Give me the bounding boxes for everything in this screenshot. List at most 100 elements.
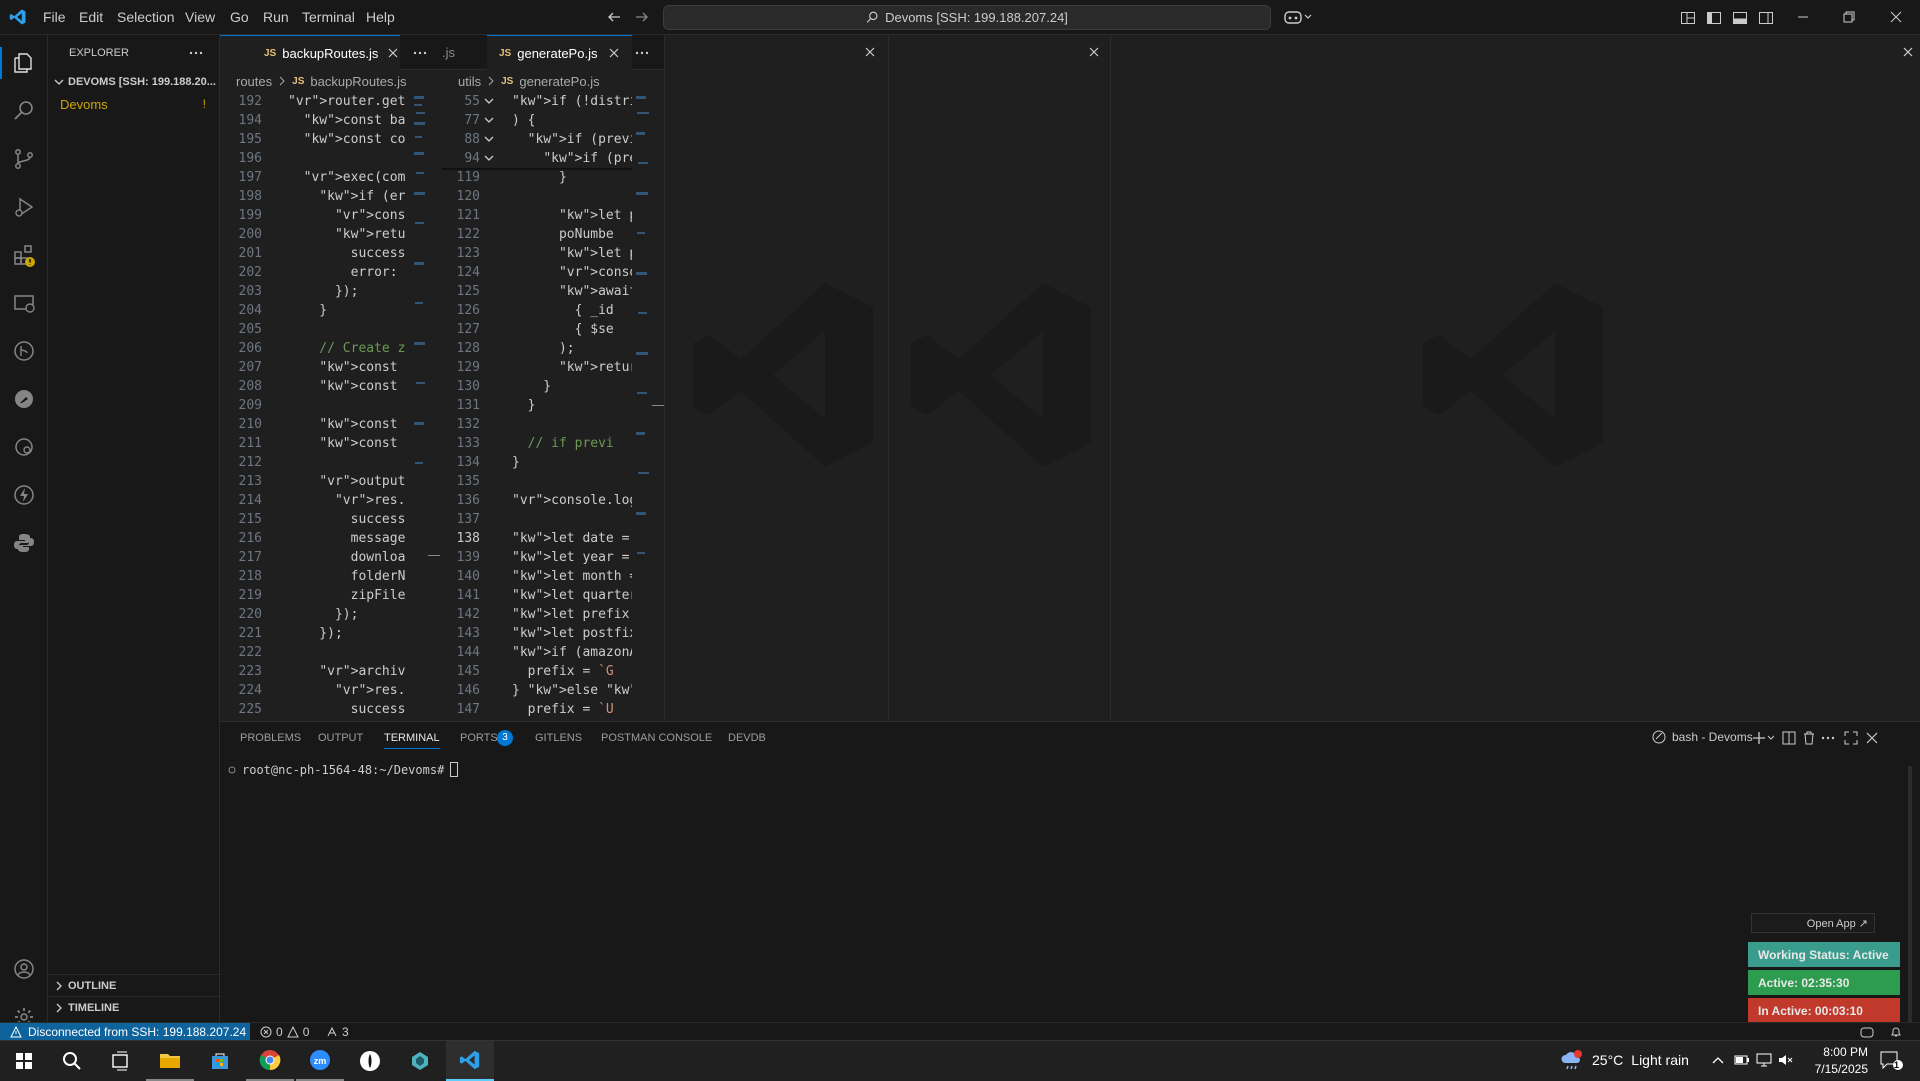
notifications-bell-icon[interactable]: [1890, 1026, 1902, 1038]
explorer-icon[interactable]: [0, 39, 48, 87]
breadcrumb-file[interactable]: generatePo.js: [519, 74, 599, 89]
sticky-scroll-line[interactable]: 88 "kw">if (previou: [442, 130, 632, 149]
tab-generatepo[interactable]: JS generatePo.js: [487, 35, 632, 70]
file-explorer-icon[interactable]: [146, 1041, 194, 1081]
more-actions-icon[interactable]: [188, 45, 204, 61]
close-panel-icon[interactable]: [1866, 732, 1878, 744]
windows-start-icon[interactable]: [0, 1041, 48, 1081]
close-tab-icon[interactable]: [388, 48, 398, 58]
task-view-icon[interactable]: [96, 1041, 144, 1081]
media-app-icon[interactable]: [346, 1041, 394, 1081]
back-arrow-icon[interactable]: [606, 9, 622, 25]
timeline-section[interactable]: TIMELINE: [48, 996, 220, 1018]
close-group-icon[interactable]: [1089, 47, 1099, 57]
gitlens-icon[interactable]: [0, 327, 48, 375]
maximize-panel-icon[interactable]: [1844, 731, 1858, 745]
store-icon[interactable]: [196, 1041, 244, 1081]
ports-indicator[interactable]: 3: [326, 1025, 349, 1039]
minimap-1[interactable]: [412, 92, 428, 492]
sticky-scroll-line[interactable]: 77) {: [442, 111, 632, 130]
terminal-selector[interactable]: bash - Devoms: [1652, 730, 1753, 744]
chrome-icon[interactable]: [246, 1041, 294, 1081]
run-debug-icon[interactable]: [0, 183, 48, 231]
source-control-icon[interactable]: [0, 135, 48, 183]
close-window-icon[interactable]: [1889, 10, 1903, 24]
menu-help[interactable]: Help: [366, 9, 395, 25]
tab-terminal[interactable]: TERMINAL: [384, 732, 440, 749]
remote-indicator[interactable]: Disconnected from SSH: 199.188.207.24: [0, 1023, 250, 1041]
fold-chevron-icon[interactable]: [484, 96, 494, 106]
python-icon[interactable]: [0, 519, 48, 567]
show-hidden-icons-chevron-icon[interactable]: [1712, 1055, 1724, 1065]
database-search-icon[interactable]: [0, 423, 48, 471]
toggle-primary-sidebar-icon[interactable]: [1706, 10, 1722, 26]
clock[interactable]: 8:00 PM 7/15/2025: [1804, 1045, 1868, 1076]
folder-item-devoms[interactable]: Devoms !: [48, 93, 220, 115]
minimize-window-icon[interactable]: [1796, 10, 1810, 24]
breadcrumb-folder[interactable]: routes: [236, 74, 272, 89]
code-editor-1[interactable]: 192 "vr">router.get('/tr 194 "kw">const ba…: [220, 92, 405, 722]
tab-partial[interactable]: .js: [442, 35, 482, 70]
thunder-client-icon[interactable]: [0, 471, 48, 519]
tab-output[interactable]: OUTPUT: [318, 732, 363, 744]
search-icon[interactable]: [0, 87, 48, 135]
command-center[interactable]: Devoms [SSH: 199.188.207.24]: [663, 5, 1271, 30]
accounts-icon[interactable]: [0, 945, 48, 993]
split-terminal-icon[interactable]: [1782, 731, 1796, 745]
tab-backuproutes[interactable]: JS backupRoutes.js: [220, 35, 400, 70]
toggle-secondary-sidebar-icon[interactable]: [1758, 10, 1774, 26]
menu-selection[interactable]: Selection: [117, 9, 175, 25]
copilot-icon[interactable]: [1284, 9, 1312, 25]
outline-section[interactable]: OUTLINE: [48, 974, 220, 996]
menu-view[interactable]: View: [185, 9, 215, 25]
extensions-icon[interactable]: [0, 231, 48, 279]
breadcrumb-folder[interactable]: utils: [458, 74, 481, 89]
menu-terminal[interactable]: Terminal: [302, 9, 355, 25]
weather-widget[interactable]: 25°C Light rain: [1560, 1049, 1689, 1071]
customize-layout-icon[interactable]: [1680, 10, 1696, 26]
tab-problems[interactable]: PROBLEMS: [240, 732, 301, 744]
breadcrumb-file[interactable]: backupRoutes.js: [310, 74, 406, 89]
trash-icon[interactable]: [1802, 731, 1816, 745]
notification-center-icon[interactable]: [1880, 1051, 1904, 1071]
minimap-2[interactable]: [634, 92, 652, 572]
fold-chevron-icon[interactable]: [484, 134, 494, 144]
code-editor-2[interactable]: 55 "kw">if (!distributo 77) {88 "kw">if (p…: [442, 92, 632, 722]
workspace-root[interactable]: DEVOMS [SSH: 199.188.20...: [48, 71, 220, 93]
close-group-icon[interactable]: [865, 47, 875, 57]
menu-go[interactable]: Go: [230, 9, 249, 25]
sticky-scroll-line[interactable]: 94 "kw">if (previ: [442, 149, 632, 168]
tab-postman-console[interactable]: POSTMAN CONSOLE: [601, 732, 712, 744]
tab-ports[interactable]: PORTS: [460, 732, 498, 744]
sticky-scroll-line[interactable]: 55 "kw">if (!distributo: [442, 92, 632, 111]
restore-window-icon[interactable]: [1842, 10, 1856, 24]
vscode-taskbar-icon[interactable]: [446, 1041, 494, 1081]
taskbar-search-icon[interactable]: [48, 1041, 96, 1081]
fold-chevron-icon[interactable]: [484, 115, 494, 125]
terminal-content[interactable]: root@nc-ph-1564-48:~/Devoms#: [228, 762, 459, 777]
tab-gitlens[interactable]: GITLENS: [535, 732, 582, 744]
new-terminal-icon[interactable]: [1752, 731, 1774, 745]
more-actions-icon[interactable]: [634, 45, 650, 61]
forward-arrow-icon[interactable]: [634, 9, 650, 25]
postman-icon[interactable]: [0, 375, 48, 423]
hex-app-icon[interactable]: [396, 1041, 444, 1081]
volume-muted-icon[interactable]: [1778, 1053, 1794, 1067]
terminal-scrollbar[interactable]: [1908, 766, 1912, 1026]
menu-file[interactable]: File: [43, 9, 66, 25]
battery-icon[interactable]: [1734, 1053, 1750, 1067]
menu-run[interactable]: Run: [263, 9, 289, 25]
fold-chevron-icon[interactable]: [484, 153, 494, 163]
close-group-icon[interactable]: [1903, 47, 1913, 57]
toggle-panel-icon[interactable]: [1732, 10, 1748, 26]
more-actions-icon[interactable]: [412, 45, 428, 61]
copilot-status-icon[interactable]: [1860, 1026, 1874, 1038]
open-app-button[interactable]: Open App ↗: [1751, 913, 1875, 933]
zoom-icon[interactable]: zm: [296, 1041, 344, 1081]
problems-indicator[interactable]: 0 0: [260, 1025, 309, 1039]
remote-explorer-icon[interactable]: [0, 279, 48, 327]
tab-devdb[interactable]: DEVDB: [728, 732, 766, 744]
network-icon[interactable]: [1756, 1053, 1772, 1067]
more-actions-icon[interactable]: [1820, 731, 1836, 745]
close-tab-icon[interactable]: [609, 48, 619, 58]
